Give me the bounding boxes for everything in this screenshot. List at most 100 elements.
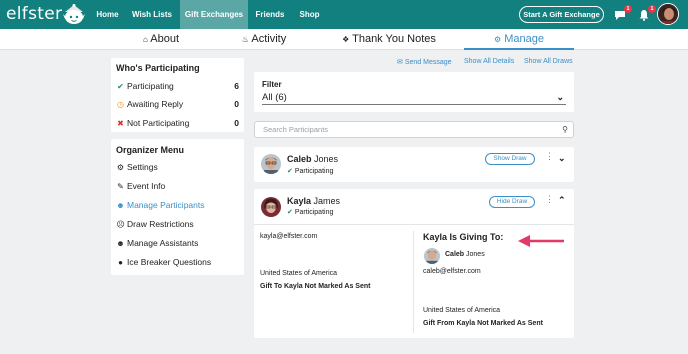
gear-icon: ⚙ [116,163,125,172]
tab-thank-you-notes-label: Thank You Notes [352,33,436,45]
user-avatar-image [658,4,678,24]
start-gift-exchange-button[interactable]: Start A Gift Exchange [519,6,604,23]
users-icon: ☻ [116,201,125,210]
menu-manage-participants[interactable]: ☻ Manage Participants [116,200,204,210]
nav-home[interactable]: Home [92,0,123,29]
filter-label: Filter [262,80,282,89]
recipient-country: United States of America [423,307,501,314]
more-options-icon[interactable]: ⋮ [545,152,554,161]
kayla-gift-status: Gift To Kayla Not Marked As Sent [260,283,371,290]
search-placeholder: Search Participants [263,125,329,134]
check-icon: ✔ [287,209,293,216]
hide-draw-button[interactable]: Hide Draw [489,196,535,208]
nav-wish-lists[interactable]: Wish Lists [128,0,176,29]
tab-manage-label: Manage [504,33,544,45]
send-message-link[interactable]: ✉ Send Message [397,58,452,66]
elf-mascot-icon [63,4,85,24]
x-icon: ✖ [117,119,124,128]
menu-manage-assistants-label: Manage Assistants [127,238,199,248]
kayla-status-label: Participating [294,209,334,216]
menu-ice-breaker-questions-label: Ice Breaker Questions [127,257,212,267]
home-icon: ⌂ [142,35,148,44]
kayla-avatar [261,197,281,217]
recipient-email: caleb@elfster.com [423,268,481,275]
tab-about-label: About [150,33,180,45]
recipient-first-name: Caleb [445,251,465,258]
menu-ice-breaker-questions[interactable]: ● Ice Breaker Questions [116,257,211,267]
recipient-name[interactable]: Caleb Jones [445,251,485,258]
check-icon: ✔ [117,82,124,91]
check-icon: ✔ [287,168,293,175]
nav-gift-exchanges[interactable]: Gift Exchanges [180,0,248,29]
clock-icon: ◷ [117,100,124,109]
menu-settings[interactable]: ⚙ Settings [116,162,158,172]
tab-about[interactable]: ⌂ About [136,29,186,50]
speech-bubble-icon: ● [118,258,123,267]
user-block-icon: ☹ [116,220,125,229]
kayla-email: kayla@elfster.com [260,233,318,240]
search-icon: ⚲ [562,125,568,134]
message-badge: 1 [624,5,632,13]
notification-badge: 1 [648,5,656,13]
caleb-avatar [261,154,281,174]
menu-event-info-label: Event Info [127,181,166,191]
arrow-pointer-icon [518,235,564,247]
tab-manage[interactable]: ⚙ Manage [464,29,574,50]
kayla-first-name: Kayla [287,196,312,206]
more-options-icon[interactable]: ⋮ [545,195,554,204]
recipient-gift-status: Gift From Kayla Not Marked As Sent [423,320,543,327]
kayla-name[interactable]: Kayla James [287,196,340,206]
caleb-status-label: Participating [294,168,334,175]
gear-icon: ⚙ [494,35,502,44]
nav-shop[interactable]: Shop [295,0,324,29]
send-message-label: Send Message [404,59,452,66]
menu-manage-assistants[interactable]: ☻ Manage Assistants [116,238,198,248]
caleb-name[interactable]: Caleb Jones [287,154,338,164]
notifications-button[interactable]: 1 [638,5,656,21]
not-participating-row[interactable]: ✖ Not Participating [116,118,189,128]
caleb-status: ✔ Participating [287,167,333,175]
awaiting-reply-row[interactable]: ◷ Awaiting Reply [116,99,183,109]
menu-event-info[interactable]: ✎ Event Info [116,181,165,191]
participating-row[interactable]: ✔ Participating [116,81,174,91]
menu-draw-restrictions-label: Draw Restrictions [127,219,194,229]
menu-settings-label: Settings [127,162,158,172]
giving-to-heading: Kayla Is Giving To: [423,232,504,242]
show-all-draws-link[interactable]: Show All Draws [524,58,573,65]
show-draw-button[interactable]: Show Draw [485,153,535,165]
caleb-last-name: Jones [314,154,339,164]
tab-activity[interactable]: ♨ Activity [236,29,292,50]
menu-draw-restrictions[interactable]: ☹ Draw Restrictions [116,219,194,229]
filter-value: All (6) [262,92,287,103]
filter-select[interactable]: All (6) ⌄ [262,92,566,105]
kayla-status: ✔ Participating [287,208,333,216]
gift-icon: ❖ [342,35,350,44]
tab-thank-you-notes[interactable]: ❖ Thank You Notes [342,29,436,50]
show-all-details-link[interactable]: Show All Details [464,58,514,65]
filter-panel: Filter All (6) ⌄ [254,72,574,112]
chevron-down-icon[interactable]: ⌄ [558,153,566,164]
column-divider [413,231,414,333]
search-input[interactable]: Search Participants ⚲ [254,121,574,138]
participating-count: 6 [234,81,239,91]
participant-card-kayla: Kayla James ✔ Participating Hide Draw ⋮ … [254,189,574,338]
elfster-logo[interactable]: elfster [6,4,62,24]
kayla-last-name: James [313,196,341,206]
chevron-down-icon: ⌄ [556,92,564,102]
kayla-country: United States of America [260,270,338,277]
organizer-menu-title: Organizer Menu [116,145,185,155]
chevron-up-icon[interactable]: ⌃ [558,195,566,206]
envelope-icon: ✉ [397,59,403,66]
user-avatar[interactable] [657,3,679,25]
recipient-last-name: Jones [466,251,485,258]
tab-activity-label: Activity [251,33,287,45]
pencil-icon: ✎ [117,182,124,191]
participant-card-caleb: Caleb Jones ✔ Participating Show Draw ⋮ … [254,147,574,182]
not-participating-label: Not Participating [127,118,190,128]
nav-friends[interactable]: Friends [252,0,288,29]
divider [254,224,574,225]
event-subnav: ⌂ About ♨ Activity ❖ Thank You Notes ⚙ M… [0,29,688,50]
messages-button[interactable]: 1 [614,5,632,20]
caleb-first-name: Caleb [287,154,312,164]
awaiting-reply-count: 0 [234,99,239,109]
